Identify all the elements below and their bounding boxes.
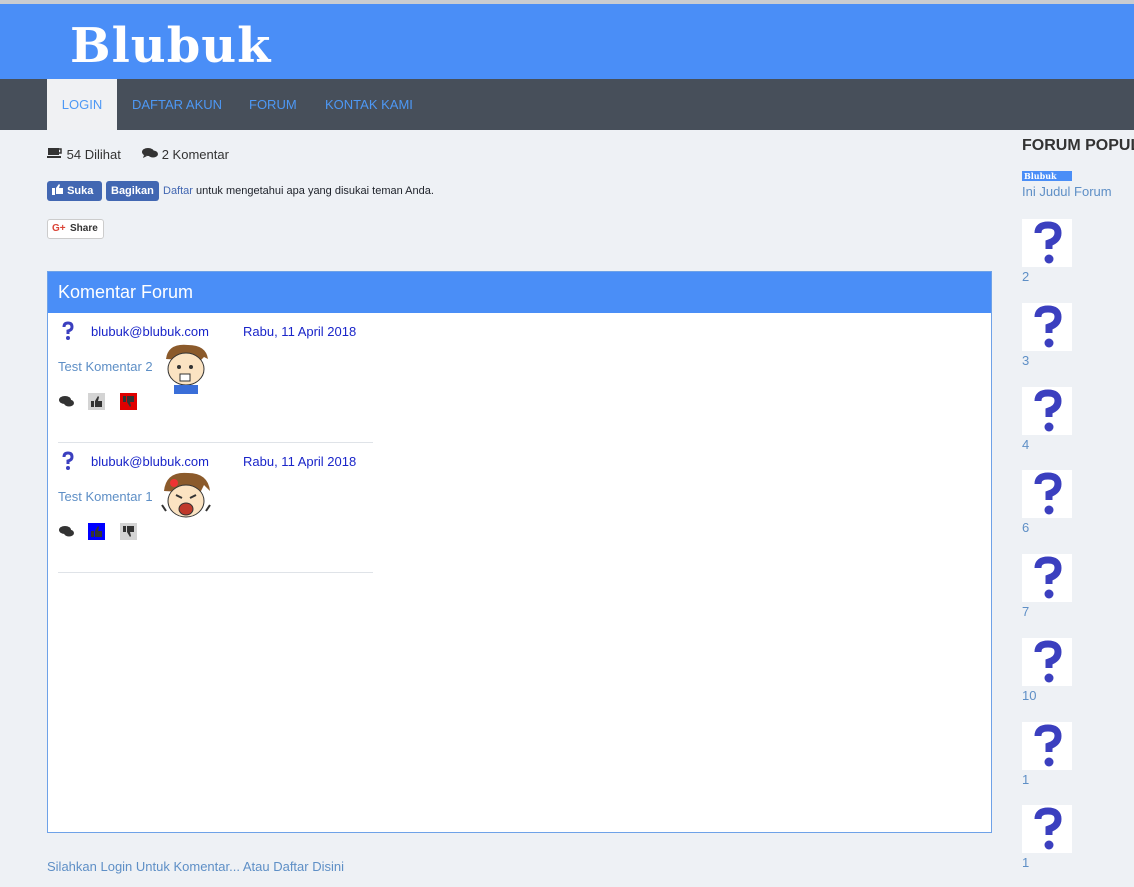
comments-count: 2 Komentar [161, 147, 229, 163]
sticker-image [160, 341, 212, 395]
popular-forum-label: 1 [1022, 772, 1030, 787]
popular-forum-label: 7 [1022, 604, 1030, 619]
comment-author-email[interactable]: blubuk@blubuk.com [91, 324, 209, 339]
comment-item: blubuk@blubuk.com Rabu, 11 April 2018 Te… [58, 313, 373, 443]
sidebar-forum-title[interactable]: Ini Judul Forum [1022, 184, 1112, 199]
thumbs-down-icon[interactable] [120, 393, 137, 410]
popular-forum-item[interactable]: 1 [1022, 722, 1102, 792]
comment-item: blubuk@blubuk.com Rabu, 11 April 2018 Te… [58, 443, 373, 573]
comment-author-email[interactable]: blubuk@blubuk.com [91, 454, 209, 469]
popular-forum-label: 2 [1022, 269, 1030, 284]
thumbs-down-icon[interactable] [120, 523, 137, 540]
reply-icon[interactable] [58, 523, 75, 540]
popular-forum-item[interactable]: 7 [1022, 554, 1102, 624]
forum-stats: 54 Dilihat 2 Komentar [47, 146, 229, 162]
popular-forum-label: 3 [1022, 353, 1030, 368]
google-plus-share-button[interactable]: G+ Share [47, 219, 104, 239]
popular-forum-item[interactable]: 10 [1022, 638, 1102, 708]
popular-forum-label: 4 [1022, 437, 1030, 452]
comments-icon [142, 147, 159, 162]
fb-share-label: Bagikan [111, 185, 154, 197]
fb-like-button[interactable]: Suka [47, 181, 102, 201]
site-logo[interactable]: Blubuk [70, 19, 271, 73]
comment-date: Rabu, 11 April 2018 [243, 454, 357, 469]
sticker-image [160, 471, 212, 525]
popular-forum-item[interactable]: 4 [1022, 387, 1102, 457]
question-mark-icon [1022, 303, 1072, 351]
sidebar-logo: Blubuk [1022, 171, 1072, 181]
comment-text: Test Komentar 1 [58, 489, 153, 504]
popular-forum-item[interactable]: 2 [1022, 219, 1102, 289]
comments-panel-title: Komentar Forum [48, 272, 991, 313]
login-prompt-link[interactable]: Silahkan Login Untuk Komentar... Atau Da… [47, 859, 344, 874]
fb-signup-link[interactable]: Daftar [163, 185, 193, 197]
question-mark-icon [1022, 722, 1072, 770]
thumbs-up-icon [52, 184, 63, 195]
site-header: Blubuk [0, 4, 1134, 79]
main-navbar: LOGIN DAFTAR AKUN FORUM KONTAK KAMI [0, 79, 1134, 130]
coffee-icon [47, 147, 63, 162]
views-count: 54 Dilihat [66, 147, 121, 163]
question-mark-icon [1022, 554, 1072, 602]
popular-forum-label: 10 [1022, 688, 1037, 703]
popular-forum-label: 1 [1022, 855, 1030, 870]
question-mark-icon [60, 451, 76, 473]
question-mark-icon [1022, 805, 1072, 853]
fb-text: Daftar untuk mengetahui apa yang disukai… [163, 181, 434, 201]
gplus-share-label: Share [70, 223, 98, 234]
question-mark-icon [60, 321, 76, 343]
sidebar-title: FORUM POPULER [1022, 137, 1134, 154]
popular-forum-item[interactable]: 6 [1022, 470, 1102, 540]
nav-kontak-kami[interactable]: KONTAK KAMI [325, 79, 413, 130]
fb-share-button[interactable]: Bagikan [106, 181, 159, 201]
fb-like-label: Suka [67, 185, 94, 197]
google-plus-icon: G+ [52, 223, 66, 234]
question-mark-icon [1022, 638, 1072, 686]
comment-actions [58, 393, 158, 413]
comment-date: Rabu, 11 April 2018 [243, 324, 357, 339]
popular-forum-item[interactable]: 3 [1022, 303, 1102, 373]
fb-text-rest: untuk mengetahui apa yang disukai teman … [192, 185, 434, 197]
nav-login[interactable]: LOGIN [47, 79, 117, 130]
question-mark-icon [1022, 387, 1072, 435]
comment-actions [58, 523, 158, 543]
thumbs-up-icon[interactable] [88, 523, 105, 540]
nav-daftar-akun[interactable]: DAFTAR AKUN [132, 79, 222, 130]
popular-forum-item[interactable]: 1 [1022, 805, 1102, 875]
question-mark-icon [1022, 219, 1072, 267]
comments-panel: Komentar Forum blubuk@blubuk.com Rabu, 1… [47, 271, 992, 833]
comment-text: Test Komentar 2 [58, 359, 153, 374]
reply-icon[interactable] [58, 393, 75, 410]
question-mark-icon [1022, 470, 1072, 518]
popular-forum-label: 6 [1022, 520, 1030, 535]
thumbs-up-icon[interactable] [88, 393, 105, 410]
nav-forum[interactable]: FORUM [249, 79, 297, 130]
